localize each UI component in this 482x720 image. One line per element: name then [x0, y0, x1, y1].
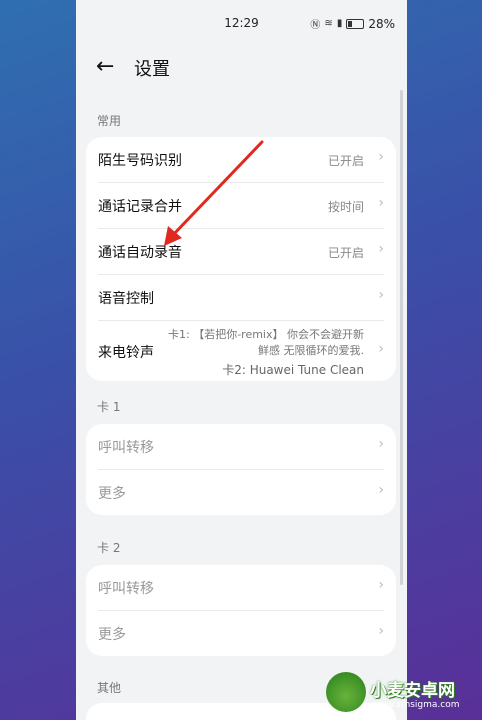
common-settings-card: 陌生号码识别 已开启 › 通话记录合并 按时间 › 通话自动录音 已开启 › 语… — [86, 137, 396, 381]
chevron-right-icon: › — [378, 623, 384, 639]
chevron-right-icon: › — [378, 436, 384, 452]
row-value: 已开启 — [327, 246, 364, 260]
nfc-icon: Ⓝ — [310, 20, 321, 31]
status-icons: Ⓝ ≋ ▮ 28% — [310, 16, 395, 32]
card2-settings-card: 呼叫转移 › 更多 › — [86, 565, 396, 656]
auto-call-recording-row[interactable]: 通话自动录音 已开启 › — [98, 229, 384, 275]
unknown-number-id-row[interactable]: 陌生号码识别 已开启 › — [98, 137, 384, 183]
site-watermark: 小麦安卓网 www.xmsigma.com — [326, 670, 476, 716]
row-label: 陌生号码识别 — [98, 153, 182, 169]
row-label: 通话自动录音 — [98, 245, 182, 261]
ringtone-values: 卡1: 【若把你-remix】 你会不会避开新鲜感 无限循环的爱我. 卡2: H… — [164, 327, 364, 378]
signal-icon: ▮ — [336, 18, 343, 29]
section-label-common: 常用 — [97, 114, 122, 128]
card1-call-forwarding-row[interactable]: 呼叫转移 › — [98, 424, 384, 470]
page-header: ← 设置 — [76, 48, 407, 88]
back-arrow-icon[interactable]: ← — [96, 54, 114, 79]
row-label: 呼叫转移 — [98, 581, 154, 597]
scrollbar[interactable] — [400, 90, 403, 585]
chevron-right-icon: › — [378, 287, 384, 303]
section-label-card1: 卡 1 — [97, 400, 121, 414]
section-label-other: 其他 — [97, 681, 122, 695]
watermark-url: www.xmsigma.com — [372, 700, 460, 710]
row-label: 语音控制 — [98, 291, 154, 307]
ringtone-row[interactable]: 来电铃声 卡1: 【若把你-remix】 你会不会避开新鲜感 无限循环的爱我. … — [98, 321, 384, 381]
card1-settings-card: 呼叫转移 › 更多 › — [86, 424, 396, 515]
chevron-right-icon: › — [378, 149, 384, 165]
chevron-right-icon: › — [378, 195, 384, 211]
ringtone-card2: 卡2: Huawei Tune Clean — [222, 363, 364, 377]
battery-icon — [346, 18, 365, 29]
wheat-logo-icon — [326, 672, 366, 712]
phone-screen: 12:29 Ⓝ ≋ ▮ 28% ← 设置 常用 陌生号码识别 已开启 › 通话记… — [76, 0, 407, 720]
row-label: 更多 — [98, 486, 126, 502]
row-value: 已开启 — [327, 154, 364, 168]
card2-call-forwarding-row[interactable]: 呼叫转移 › — [98, 565, 384, 611]
card2-more-row[interactable]: 更多 › — [98, 611, 384, 656]
voice-control-row[interactable]: 语音控制 › — [98, 275, 384, 321]
row-label: 通话记录合并 — [98, 199, 182, 215]
row-label: 呼叫转移 — [98, 440, 154, 456]
ringtone-card1: 卡1: 【若把你-remix】 你会不会避开新鲜感 无限循环的爱我. — [168, 328, 364, 357]
row-value: 按时间 — [327, 200, 364, 214]
page-title: 设置 — [134, 59, 170, 80]
call-log-merge-row[interactable]: 通话记录合并 按时间 › — [98, 183, 384, 229]
wifi-icon: ≋ — [324, 18, 333, 29]
chevron-right-icon: › — [378, 241, 384, 257]
row-label: 更多 — [98, 627, 126, 643]
card1-more-row[interactable]: 更多 › — [98, 470, 384, 515]
status-bar: 12:29 Ⓝ ≋ ▮ 28% — [76, 0, 407, 46]
chevron-right-icon: › — [378, 341, 384, 357]
chevron-right-icon: › — [378, 482, 384, 498]
battery-percent: 28% — [368, 16, 395, 31]
watermark-title: 小麦安卓网 — [370, 681, 455, 701]
section-label-card2: 卡 2 — [97, 541, 121, 555]
chevron-right-icon: › — [378, 577, 384, 593]
row-label: 来电铃声 — [98, 345, 154, 361]
